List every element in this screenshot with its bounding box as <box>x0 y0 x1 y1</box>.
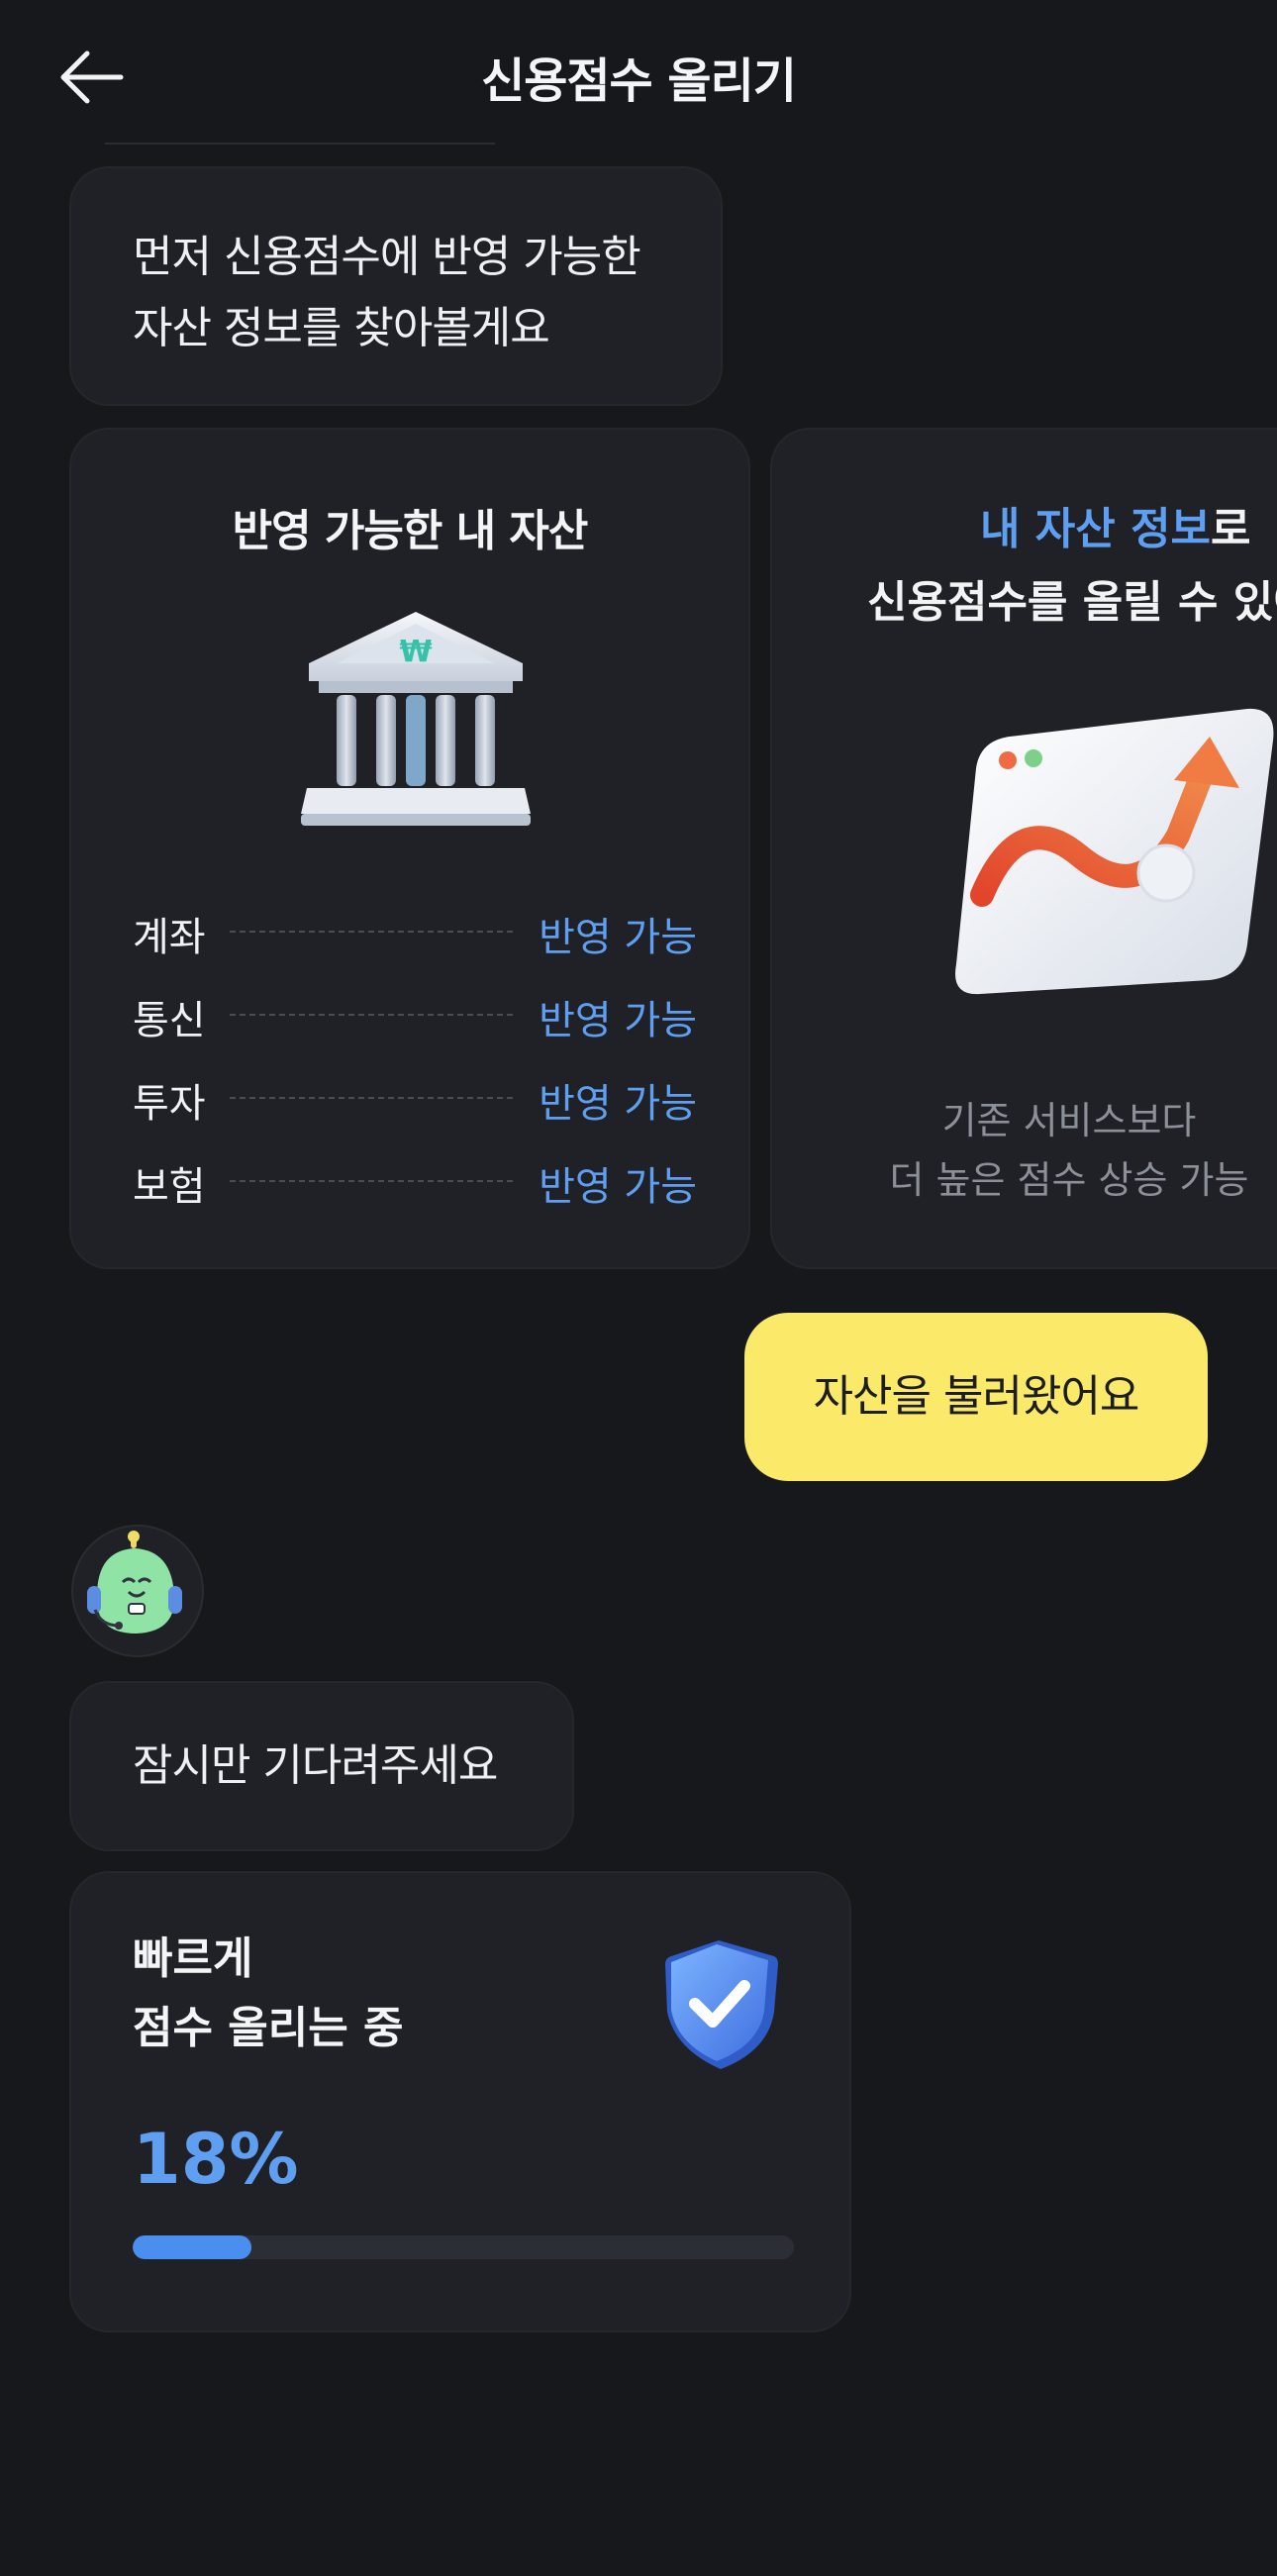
promo-card[interactable]: 내 자산 정보로 신용점수를 올릴 수 있어 기존 서비스보다 더 높은 점수 … <box>770 428 1277 1269</box>
progress-bar <box>133 2235 794 2259</box>
promo-headline: 내 자산 정보로 <box>980 493 1251 556</box>
asset-name: 계좌 <box>133 915 206 960</box>
asset-row-insurance: 보험 반영 가능 <box>133 1148 697 1210</box>
asset-row-telecom: 통신 반영 가능 <box>133 982 697 1043</box>
dotted-leader <box>230 1180 513 1182</box>
promo-highlight: 내 자산 정보 <box>980 504 1212 554</box>
asset-name: 통신 <box>133 998 206 1043</box>
header: 신용점수 올리기 <box>0 0 1277 149</box>
assistant-avatar-icon <box>87 1531 182 1634</box>
assets-card[interactable]: 반영 가능한 내 자산 ₩ 계좌 반영 가능 통신 반영 가능 투자 반영 가능… <box>69 428 750 1269</box>
avatar <box>71 1525 204 1657</box>
growth-chart-icon <box>955 708 1274 995</box>
promo-subheadline: 신용점수를 올릴 수 있어 <box>867 577 1277 628</box>
asset-status: 반영 가능 <box>539 998 697 1043</box>
asset-row-account: 계좌 반영 가능 <box>133 899 697 960</box>
svg-text:₩: ₩ <box>399 635 432 669</box>
dotted-leader <box>230 1097 513 1099</box>
wait-message-text: 잠시만 기다려주세요 <box>133 1740 498 1791</box>
progress-title-line2: 점수 올리는 중 <box>133 2003 404 2053</box>
asset-status: 반영 가능 <box>539 1081 697 1127</box>
dotted-leader <box>230 1014 513 1016</box>
wait-message-bubble: 잠시만 기다려주세요 <box>69 1681 574 1851</box>
assets-card-title: 반영 가능한 내 자산 <box>232 506 589 556</box>
progress-title: 빠르게 점수 올리는 중 <box>133 1925 404 2063</box>
promo-desc-line2: 더 높은 점수 상승 가능 <box>889 1158 1249 1202</box>
asset-row-investment: 투자 반영 가능 <box>133 1065 697 1127</box>
asset-status: 반영 가능 <box>539 1164 697 1210</box>
progress-bar-fill <box>133 2235 252 2259</box>
progress-card: 빠르게 점수 올리는 중 18% <box>69 1871 851 2332</box>
promo-description: 기존 서비스보다 더 높은 점수 상승 가능 <box>871 1091 1267 1210</box>
progress-percent: 18% <box>133 2119 299 2200</box>
shield-check-icon <box>665 1940 778 2069</box>
asset-status: 반영 가능 <box>539 915 697 960</box>
intro-message-bubble: 먼저 신용점수에 반영 가능한 자산 정보를 찾아볼게요 <box>69 166 723 406</box>
bank-icon: ₩ <box>301 612 531 826</box>
asset-name: 투자 <box>133 1081 206 1127</box>
intro-message-line1: 먼저 신용점수에 반영 가능한 <box>133 232 641 282</box>
asset-name: 보험 <box>133 1164 206 1210</box>
dotted-leader <box>230 931 513 933</box>
intro-message-line2: 자산 정보를 찾아볼게요 <box>133 303 550 353</box>
user-message-bubble: 자산을 불러왔어요 <box>744 1313 1208 1481</box>
promo-desc-line1: 기존 서비스보다 <box>941 1099 1197 1142</box>
promo-suffix: 로 <box>1211 504 1251 554</box>
divider <box>105 143 495 145</box>
progress-title-line1: 빠르게 <box>133 1933 253 1984</box>
page-title: 신용점수 올리기 <box>481 53 797 109</box>
screen: 신용점수 올리기 먼저 신용점수에 반영 가능한 자산 정보를 찾아볼게요 반영… <box>0 0 1277 2576</box>
